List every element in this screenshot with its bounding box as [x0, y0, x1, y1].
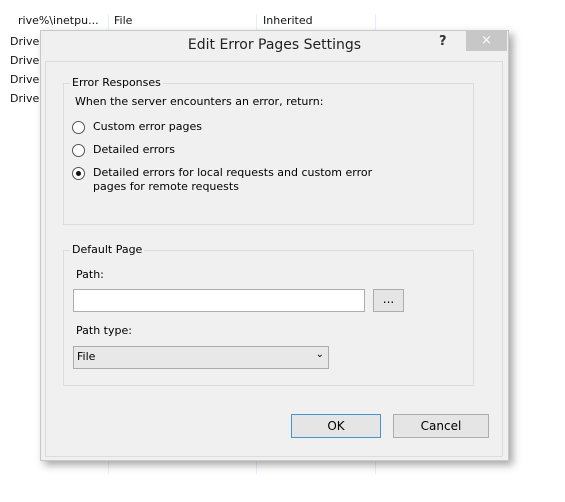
prompt-text: When the server encounters an error, ret…: [75, 95, 324, 108]
radio-custom-error-pages[interactable]: Custom error pages: [72, 120, 202, 134]
radio-icon[interactable]: [72, 144, 85, 157]
radio-icon[interactable]: [72, 121, 85, 134]
chevron-down-icon: ⌄: [315, 349, 324, 360]
ok-button[interactable]: OK: [291, 414, 381, 438]
select-value: File: [77, 350, 96, 363]
radio-label: Detailed errors for local requests and c…: [93, 166, 373, 193]
list-item[interactable]: Drive': [10, 92, 42, 105]
default-page-group: Default Page Path: ... Path type: File ⌄: [63, 243, 474, 386]
path-type-label: Path type:: [76, 324, 132, 337]
dialog-body: Error Responses When the server encounte…: [45, 61, 503, 457]
radio-label: Custom error pages: [93, 120, 202, 133]
group-legend: Error Responses: [70, 76, 163, 89]
list-item[interactable]: Drive': [10, 54, 42, 67]
list-item[interactable]: Drive': [10, 73, 42, 86]
radio-label: Detailed errors: [93, 143, 176, 156]
browse-button[interactable]: ...: [373, 289, 404, 312]
radio-detailed-local-custom-remote[interactable]: Detailed errors for local requests and c…: [72, 166, 402, 194]
dialog-title: Edit Error Pages Settings: [187, 37, 362, 53]
help-button[interactable]: ?: [439, 34, 447, 49]
entry-cell: Inherited: [263, 14, 313, 27]
group-legend: Default Page: [70, 243, 145, 256]
path-type-select[interactable]: File ⌄: [73, 346, 329, 369]
edit-error-pages-dialog: Edit Error Pages Settings ? × Error Resp…: [40, 30, 509, 461]
radio-selected-icon[interactable]: [72, 167, 85, 180]
list-item[interactable]: Drive': [10, 35, 42, 48]
path-label: Path:: [76, 268, 104, 281]
radio-detailed-errors[interactable]: Detailed errors: [72, 143, 175, 157]
path-cell: rive%\inetpu...: [18, 14, 99, 27]
type-cell: File: [114, 14, 133, 27]
cancel-button[interactable]: Cancel: [393, 414, 489, 438]
error-responses-group: Error Responses When the server encounte…: [63, 76, 474, 225]
path-input[interactable]: [73, 289, 365, 312]
close-button[interactable]: ×: [466, 31, 507, 51]
list-item[interactable]: rive%\inetpu... File Inherited: [18, 14, 313, 27]
